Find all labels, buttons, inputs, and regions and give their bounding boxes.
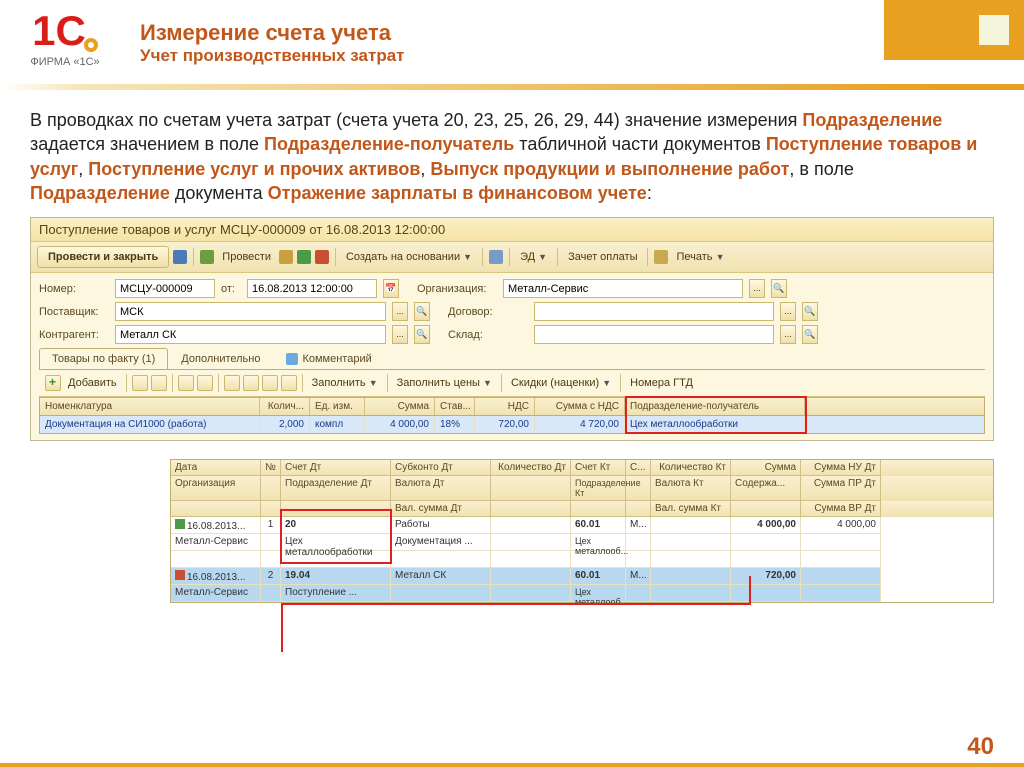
col-sum[interactable]: Сумма <box>731 460 801 476</box>
page-number: 40 <box>967 733 994 761</box>
discounts-button[interactable]: Скидки (наценки) ▼ <box>507 377 615 389</box>
col-n[interactable]: № <box>261 460 281 476</box>
print-icon[interactable] <box>654 250 668 264</box>
col-sub-dt[interactable]: Субконто Дт <box>391 460 491 476</box>
select-icon[interactable]: ... <box>392 325 408 344</box>
search-icon[interactable]: 🔍 <box>802 325 818 344</box>
supplier-input[interactable] <box>115 302 386 321</box>
up-icon[interactable] <box>178 375 194 391</box>
ledger-row[interactable]: 16.08.2013... 2 19.04 Металл СК 60.01 М.… <box>171 568 993 585</box>
date-label: от: <box>221 283 241 295</box>
items-grid: Номенклатура Колич... Ед. изм. Сумма Ста… <box>39 397 985 434</box>
fill-button[interactable]: Заполнить ▼ <box>308 377 382 389</box>
col-division[interactable]: Подразделение-получатель <box>625 398 805 415</box>
date-input[interactable] <box>247 279 377 298</box>
select-icon[interactable]: ... <box>780 325 796 344</box>
tool-icon[interactable] <box>243 375 259 391</box>
tool-icon[interactable] <box>262 375 278 391</box>
col-acc-dt[interactable]: Счет Дт <box>281 460 391 476</box>
dt-kt-icon[interactable] <box>297 250 311 264</box>
doc-icon[interactable] <box>279 250 293 264</box>
ledger-grid: Дата № Счет Дт Субконто Дт Количество Дт… <box>170 459 994 603</box>
save-icon[interactable] <box>173 250 187 264</box>
tool-icon[interactable] <box>224 375 240 391</box>
post-button[interactable]: Провести <box>218 251 275 263</box>
col-nomenclature[interactable]: Номенклатура <box>40 398 260 415</box>
post-icon[interactable] <box>200 250 214 264</box>
offset-button[interactable]: Зачет оплаты <box>564 251 641 263</box>
tab-goods[interactable]: Товары по факту (1) <box>39 348 168 369</box>
warehouse-label: Склад: <box>448 329 528 341</box>
table-row[interactable]: Документация на СИ1000 (работа) 2,000 ко… <box>40 416 984 433</box>
add-button[interactable]: Добавить <box>64 377 121 389</box>
attach-icon[interactable] <box>489 250 503 264</box>
counter-label: Контрагент: <box>39 329 109 341</box>
counter-input[interactable] <box>115 325 386 344</box>
posting-icon <box>175 519 185 529</box>
search-icon[interactable]: 🔍 <box>414 325 430 344</box>
tab-additional[interactable]: Дополнительно <box>168 348 273 369</box>
paragraph: В проводках по счетам учета затрат (счет… <box>30 100 994 217</box>
supplier-label: Поставщик: <box>39 306 109 318</box>
tool-icon[interactable] <box>281 375 297 391</box>
tabs: Товары по факту (1) Дополнительно Коммен… <box>39 348 985 370</box>
gtd-button[interactable]: Номера ГТД <box>626 377 697 389</box>
ledger-row[interactable] <box>171 551 993 568</box>
col-qty[interactable]: Колич... <box>260 398 310 415</box>
col-vat[interactable]: НДС <box>475 398 535 415</box>
comment-icon <box>286 353 298 365</box>
search-icon[interactable]: 🔍 <box>414 302 430 321</box>
ledger-row[interactable]: 16.08.2013... 1 20 Работы 60.01 М... 4 0… <box>171 517 993 534</box>
print-button[interactable]: Печать ▼ <box>672 251 728 263</box>
fill-prices-button[interactable]: Заполнить цены ▼ <box>393 377 496 389</box>
col-s[interactable]: С... <box>626 460 651 476</box>
warehouse-input[interactable] <box>534 325 774 344</box>
col-date[interactable]: Дата <box>171 460 261 476</box>
col-qty-dt[interactable]: Количество Дт <box>491 460 571 476</box>
search-icon[interactable]: 🔍 <box>771 279 787 298</box>
number-input[interactable] <box>115 279 215 298</box>
ed-button[interactable]: ЭД ▼ <box>516 251 551 263</box>
org-input[interactable] <box>503 279 743 298</box>
org-label: Организация: <box>417 283 497 295</box>
dt-st-icon[interactable] <box>315 250 329 264</box>
window-title: Поступление товаров и услуг МСЦУ-000009 … <box>31 218 993 242</box>
col-sum[interactable]: Сумма <box>365 398 435 415</box>
select-icon[interactable]: ... <box>780 302 796 321</box>
col-acc-kt[interactable]: Счет Кт <box>571 460 626 476</box>
add-icon[interactable] <box>45 375 61 391</box>
contract-label: Договор: <box>448 306 528 318</box>
post-and-close-button[interactable]: Провести и закрыть <box>37 246 169 268</box>
tab-comment[interactable]: Комментарий <box>273 348 384 369</box>
logo: 1C ФИРМА «1С» <box>15 10 115 68</box>
calendar-icon[interactable]: 📅 <box>383 279 399 298</box>
copy-icon[interactable] <box>132 375 148 391</box>
ledger-row[interactable]: Металл-Сервис Цех металлообработки Докум… <box>171 534 993 551</box>
search-icon[interactable]: 🔍 <box>802 302 818 321</box>
down-icon[interactable] <box>197 375 213 391</box>
select-icon[interactable]: ... <box>749 279 765 298</box>
app-window: Поступление товаров и услуг МСЦУ-000009 … <box>30 217 994 441</box>
number-label: Номер: <box>39 283 109 295</box>
col-sum-vat[interactable]: Сумма с НДС <box>535 398 625 415</box>
grid-toolbar: Добавить Заполнить ▼ Заполнить цены ▼ Ск… <box>39 370 985 397</box>
contract-input[interactable] <box>534 302 774 321</box>
create-based-on-button[interactable]: Создать на основании ▼ <box>342 251 476 263</box>
col-qty-kt[interactable]: Количество Кт <box>651 460 731 476</box>
main-toolbar: Провести и закрыть Провести Создать на о… <box>31 242 993 273</box>
select-icon[interactable]: ... <box>392 302 408 321</box>
ledger-row[interactable]: Металл-Сервис Поступление ... Цех металл… <box>171 585 993 602</box>
col-rate[interactable]: Став... <box>435 398 475 415</box>
posting-icon <box>175 570 185 580</box>
col-sum-nu[interactable]: Сумма НУ Дт <box>801 460 881 476</box>
col-unit[interactable]: Ед. изм. <box>310 398 365 415</box>
delete-icon[interactable] <box>151 375 167 391</box>
slide-title: Измерение счета учета Учет производствен… <box>140 20 404 66</box>
